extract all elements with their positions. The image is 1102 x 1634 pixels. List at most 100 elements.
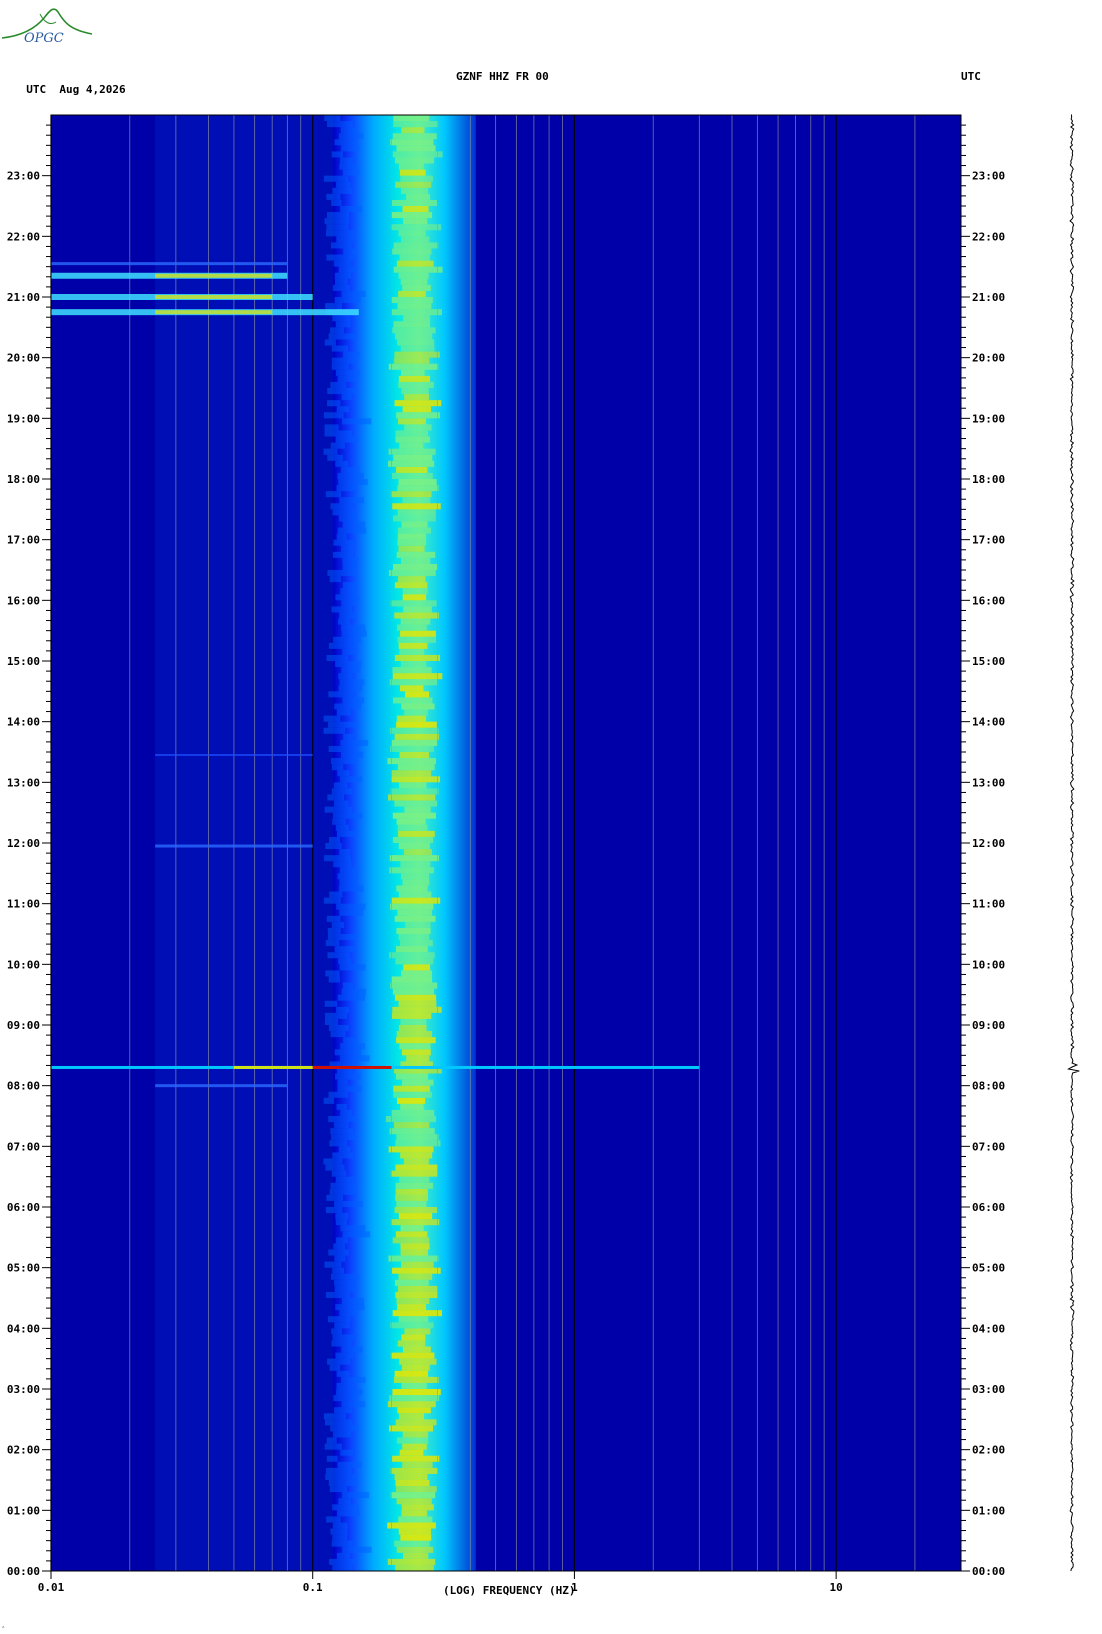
y-tick-label-left: 17:00 (7, 534, 40, 547)
y-tick-label-left: 18:00 (7, 473, 40, 486)
microseism-peak-strip (389, 679, 438, 686)
y-tick-label-right: 21:00 (972, 291, 1005, 304)
microseism-peak-strip (392, 1237, 430, 1244)
band-edge-strip (341, 545, 354, 552)
microseism-peak-strip (392, 1310, 442, 1317)
y-tick-label-left: 14:00 (7, 716, 40, 729)
microseism-peak-strip (402, 1461, 433, 1468)
band-edge-strip (328, 976, 340, 983)
band-edge-strip (331, 345, 349, 352)
microseism-peak-strip (390, 1352, 435, 1359)
microseism-peak-strip (390, 1492, 436, 1499)
band-edge-strip (323, 1097, 335, 1104)
microseism-peak-strip (404, 709, 428, 716)
band-edge-strip (342, 648, 356, 655)
microseism-peak-strip (402, 1431, 429, 1438)
microseism-peak-strip (392, 836, 434, 843)
microseism-peak-strip (390, 745, 434, 752)
microseism-peak-strip (392, 673, 443, 680)
band-edge-strip (333, 861, 352, 868)
microseism-peak-strip (387, 758, 436, 765)
band-edge-strip (328, 691, 354, 698)
microseism-peak-strip (396, 818, 426, 825)
band-edge-strip (338, 133, 364, 140)
y-tick-label-right: 07:00 (972, 1140, 1005, 1153)
microseism-peak-strip (394, 1540, 430, 1547)
microseism-peak-strip (401, 1261, 434, 1268)
band-edge-strip (330, 503, 354, 510)
band-edge-strip (340, 1109, 353, 1116)
band-edge-strip (335, 594, 360, 601)
band-edge-strip (327, 570, 357, 577)
microseism-peak-strip (394, 654, 441, 661)
band-edge-strip (342, 563, 358, 570)
band-edge-strip (336, 406, 349, 413)
microseism-peak-strip (396, 715, 427, 722)
microseism-peak-strip (389, 867, 434, 874)
microseism-peak-strip (397, 303, 432, 310)
y-tick-label-left: 04:00 (7, 1322, 40, 1335)
microseism-peak-strip (391, 776, 441, 783)
microseism-peak-strip (406, 1055, 430, 1062)
microseism-peak-strip (398, 1273, 433, 1280)
microseism-peak-strip (403, 315, 431, 322)
microseism-peak-strip (399, 1413, 424, 1420)
band-edge-strip (341, 600, 357, 607)
band-edge-strip (340, 1043, 366, 1050)
band-edge-strip (336, 181, 351, 188)
band-edge-strip (334, 139, 355, 146)
band-edge-strip (342, 169, 360, 176)
band-edge-strip (340, 1449, 354, 1456)
microseism-peak-strip (396, 721, 437, 728)
band-edge-strip (339, 163, 357, 170)
band-edge-strip (330, 1031, 346, 1038)
y-tick-label-right: 10:00 (972, 958, 1005, 971)
microseism-peak-strip (396, 145, 436, 152)
microseism-peak-strip (391, 199, 437, 206)
y-tick-label-right: 19:00 (972, 412, 1005, 425)
x-tick-label: 10 (830, 1581, 843, 1594)
microseism-peak-strip (400, 630, 436, 637)
band-edge-strip (331, 1540, 353, 1547)
microseism-peak-strip (394, 612, 439, 619)
y-tick-label-right: 20:00 (972, 352, 1005, 365)
microseism-peak-strip (394, 800, 438, 807)
band-edge-strip (333, 782, 348, 789)
band-edge-strip (334, 703, 362, 710)
band-edge-strip (335, 824, 349, 831)
microseism-peak-strip (392, 503, 441, 510)
band-edge-strip (338, 1146, 351, 1153)
event-streak-core (233, 1065, 313, 1069)
band-edge-strip (324, 424, 339, 431)
microseism-peak-strip (398, 545, 425, 552)
band-edge-strip (336, 1006, 350, 1013)
microseism-peak-strip (398, 230, 426, 237)
band-edge-strip (330, 1128, 353, 1135)
microseism-peak-strip (406, 193, 431, 200)
band-edge-strip (335, 1352, 354, 1359)
band-edge-strip (323, 897, 341, 904)
band-edge-strip (339, 679, 365, 686)
band-edge-strip (333, 800, 349, 807)
band-edge-strip (325, 1467, 352, 1474)
microseism-peak-strip (387, 1558, 436, 1565)
microseism-peak-strip (388, 1255, 439, 1262)
microseism-peak-strip (392, 133, 437, 140)
microseism-peak-strip (394, 1370, 428, 1377)
microseism-peak-strip (394, 400, 442, 407)
band-edge-strip (323, 727, 346, 734)
band-edge-strip (327, 927, 341, 934)
microseism-peak-strip (400, 661, 427, 668)
microseism-peak-strip (398, 1000, 437, 1007)
band-edge-strip (326, 1455, 338, 1462)
microseism-peak-strip (393, 563, 438, 570)
band-edge-strip (325, 1164, 345, 1171)
band-edge-strip (339, 849, 350, 856)
band-edge-strip (326, 193, 341, 200)
microseism-peak-strip (399, 169, 426, 176)
y-tick-label-right: 22:00 (972, 230, 1005, 243)
microseism-peak-strip (392, 248, 432, 255)
band-edge-strip (336, 903, 366, 910)
band-edge-strip (328, 1249, 349, 1256)
band-edge-strip (326, 1194, 343, 1201)
